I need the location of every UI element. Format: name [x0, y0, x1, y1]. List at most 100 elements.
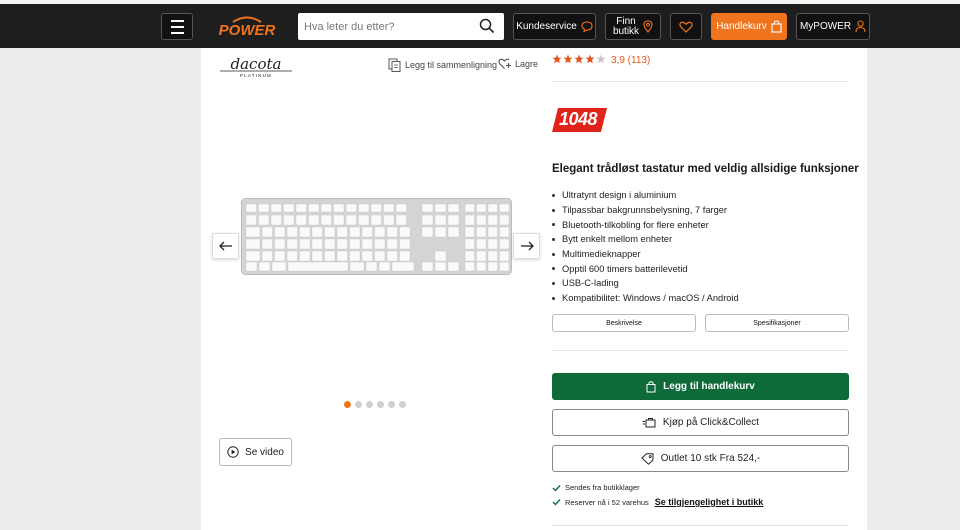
keyboard-key [476, 203, 487, 213]
outlet-button[interactable]: Outlet 10 stk Fra 524,- [552, 445, 849, 472]
keyboard-key [283, 214, 295, 226]
find-store-label-1: Finn [616, 15, 636, 27]
keyboard-key [386, 226, 398, 238]
keyboard-key [499, 238, 510, 250]
gallery-dot[interactable] [399, 401, 406, 408]
keyboard-key [370, 214, 382, 226]
keyboard-key [421, 226, 434, 238]
keyboard-key [336, 238, 348, 250]
rating-stars[interactable] [552, 54, 606, 64]
keyboard-key [333, 203, 345, 213]
keyboard-key [345, 214, 357, 226]
keyboard-key [324, 238, 336, 250]
wishlist-button[interactable] [670, 13, 702, 40]
power-logo[interactable]: POWER [203, 16, 291, 38]
mypower-button[interactable]: MyPOWER [796, 13, 870, 40]
arrow-right-icon [520, 241, 534, 251]
keyboard-key [374, 226, 386, 238]
availability-link[interactable]: Se tilgjengelighet i butikk [655, 497, 764, 507]
gallery-dot[interactable] [355, 401, 362, 408]
keyboard-key [399, 238, 411, 250]
site-header: POWER Kundeservice Finn butikk Handlekur… [0, 4, 960, 48]
keyboard-key [271, 261, 287, 272]
tag-icon [641, 452, 654, 465]
keyboard-key [270, 214, 282, 226]
gallery-dot[interactable] [388, 401, 395, 408]
keyboard-key [336, 250, 348, 262]
customer-service-label: Kundeservice [516, 21, 577, 32]
check-icon [552, 499, 561, 506]
keyboard-key [245, 214, 257, 226]
search-icon[interactable] [479, 18, 495, 34]
add-to-cart-button[interactable]: Legg til handlekurv [552, 373, 849, 400]
cart-button[interactable]: Handlekurv [711, 13, 787, 40]
keyboard-key [421, 214, 434, 226]
keyboard-key [487, 226, 498, 238]
shopping-bag-icon [646, 380, 656, 392]
search-input[interactable] [298, 13, 468, 40]
gallery-prev-button[interactable] [212, 233, 239, 259]
keyboard-key [476, 214, 487, 226]
keyboard-key [245, 238, 261, 250]
rating-text[interactable]: 3,9 (113) [611, 55, 650, 66]
keyboard-key [336, 226, 348, 238]
keyboard-key [361, 226, 373, 238]
brand-name: dacota [231, 56, 282, 73]
keyboard-key [287, 261, 349, 272]
menu-button[interactable] [161, 13, 193, 40]
keyboard-key [447, 214, 460, 226]
heart-plus-icon [498, 58, 511, 69]
keyboard-key [349, 226, 361, 238]
keyboard-key [258, 261, 271, 272]
star-empty-icon [596, 54, 606, 64]
keyboard-key [487, 203, 498, 213]
brand-logo[interactable]: dacota PLATINUM [218, 56, 294, 78]
keyboard-key [283, 203, 295, 213]
keyboard-key [487, 261, 498, 272]
star-full-icon [574, 54, 584, 64]
user-icon [855, 20, 866, 33]
keyboard-key [464, 238, 475, 250]
keyboard-key [499, 203, 510, 213]
feature-list: Ultratynt design i aluminium Tilpassbar … [552, 188, 739, 306]
price-value: 1048 [559, 109, 598, 129]
keyboard-key [295, 214, 307, 226]
tab-description[interactable]: Beskrivelse [552, 314, 696, 332]
keyboard-key [270, 203, 282, 213]
keyboard-key [395, 214, 407, 226]
feature-item: Multimedieknapper [552, 247, 739, 262]
gallery-dot[interactable] [366, 401, 373, 408]
chat-bubble-icon [581, 21, 593, 32]
video-button[interactable]: Se video [219, 438, 292, 466]
find-store-button[interactable]: Finn butikk [605, 13, 661, 40]
feature-item: Bytt enkelt mellom enheter [552, 232, 739, 247]
customer-service-button[interactable]: Kundeservice [513, 13, 596, 40]
menu-icon-bar [170, 19, 184, 22]
mypower-label: MyPOWER [799, 21, 852, 32]
cart-label: Handlekurv [716, 21, 767, 32]
store-stock-status: Reserver nå i 52 varehus Se tilgjengelig… [552, 497, 763, 507]
keyboard-key [487, 250, 498, 262]
ships-from-store-label: Sendes fra butikklager [565, 483, 640, 492]
save-link[interactable]: Lagre [498, 58, 538, 70]
gallery-dot[interactable] [344, 401, 351, 408]
compare-link[interactable]: Legg til sammenligning [388, 58, 497, 72]
click-collect-button[interactable]: Kjøp på Click&Collect [552, 409, 849, 436]
keyboard-key [324, 226, 336, 238]
feature-item: Kompatibilitet: Windows / macOS / Androi… [552, 291, 739, 306]
keyboard-key [447, 226, 460, 238]
star-full-icon [552, 54, 562, 64]
keyboard-key [349, 250, 361, 262]
keyboard-key [476, 250, 487, 262]
gallery-dot[interactable] [377, 401, 384, 408]
keyboard-key [286, 238, 298, 250]
keyboard-key [421, 261, 434, 272]
tab-specifications[interactable]: Spesifikasjoner [705, 314, 849, 332]
keyboard-key [499, 226, 510, 238]
keyboard-key [499, 214, 510, 226]
keyboard-key [370, 203, 382, 213]
keyboard-product-image [241, 198, 512, 275]
gallery-next-button[interactable] [513, 233, 540, 259]
keyboard-key [386, 250, 398, 262]
feature-item: Ultratynt design i aluminium [552, 188, 739, 203]
